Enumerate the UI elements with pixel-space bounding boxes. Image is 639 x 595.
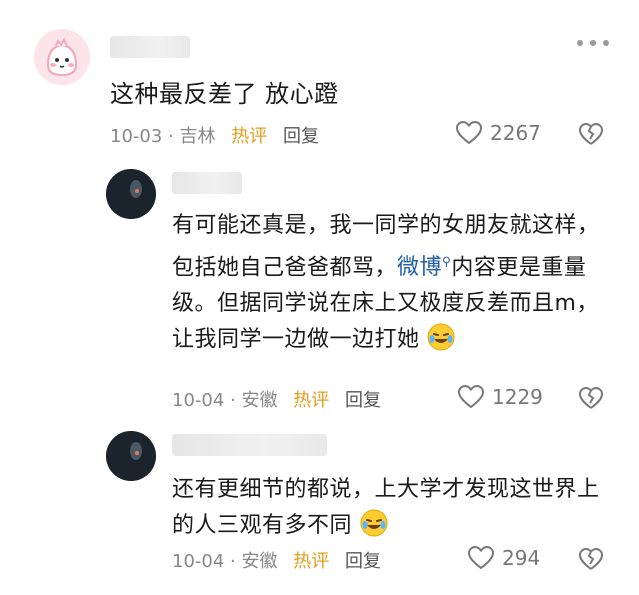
- like-count: 1229: [492, 385, 543, 409]
- laughing-crying-face-icon: [360, 509, 388, 537]
- broken-heart-icon[interactable]: [578, 385, 604, 411]
- broken-heart-icon[interactable]: [578, 121, 604, 147]
- comment-meta: 10-04 · 安徽 热评 回复: [172, 390, 381, 411]
- comment-text: 还有更细节的都说，上大学才发现这世界上的人三观有多不同: [172, 477, 600, 538]
- dark-avatar-icon: [106, 431, 156, 481]
- like-count: 294: [502, 546, 541, 570]
- hot-badge: 热评: [231, 126, 268, 147]
- comment-location: 吉林: [179, 126, 216, 147]
- heart-outline-icon: [456, 121, 482, 145]
- comment-date: 10-04: [172, 390, 225, 411]
- comment-text: 这种最反差了 放心蹬: [110, 80, 339, 108]
- comment-date: 10-03: [110, 126, 163, 147]
- dark-avatar-icon: [106, 169, 156, 219]
- username-blurred[interactable]: [172, 172, 242, 194]
- like-button[interactable]: 1229: [458, 385, 543, 409]
- like-button[interactable]: 294: [468, 546, 540, 570]
- heart-outline-icon: [458, 385, 484, 409]
- username-blurred[interactable]: [172, 434, 327, 456]
- reply-button[interactable]: 回复: [345, 551, 381, 572]
- comment-text: 有可能还真是，我一同学的女朋友就这样，包括她自己爸爸都骂，微博⚲内容更是重量级。…: [172, 213, 600, 353]
- cute-character-icon: [34, 29, 90, 85]
- comment-meta: 10-03 · 吉林 热评 回复: [110, 126, 319, 147]
- heart-outline-icon: [468, 546, 494, 570]
- laughing-crying-face-icon: [427, 323, 455, 351]
- search-magnifier-icon: ⚲: [442, 255, 452, 269]
- like-count: 2267: [490, 121, 541, 145]
- weibo-link[interactable]: 微博⚲: [397, 255, 451, 280]
- comment-location: 安徽: [241, 390, 278, 411]
- comment-location: 安徽: [241, 551, 278, 572]
- username-blurred[interactable]: [110, 36, 190, 58]
- reply-button[interactable]: 回复: [345, 390, 381, 411]
- like-button[interactable]: 2267: [456, 121, 541, 145]
- avatar[interactable]: [106, 169, 156, 219]
- avatar[interactable]: [34, 29, 90, 85]
- more-options-icon[interactable]: [575, 36, 611, 50]
- hot-badge: 热评: [293, 390, 330, 411]
- broken-heart-icon[interactable]: [578, 546, 604, 572]
- avatar[interactable]: [106, 431, 156, 481]
- reply-button[interactable]: 回复: [283, 126, 319, 147]
- hot-badge: 热评: [293, 551, 330, 572]
- comment-date: 10-04: [172, 551, 225, 572]
- comment-meta: 10-04 · 安徽 热评 回复: [172, 551, 381, 572]
